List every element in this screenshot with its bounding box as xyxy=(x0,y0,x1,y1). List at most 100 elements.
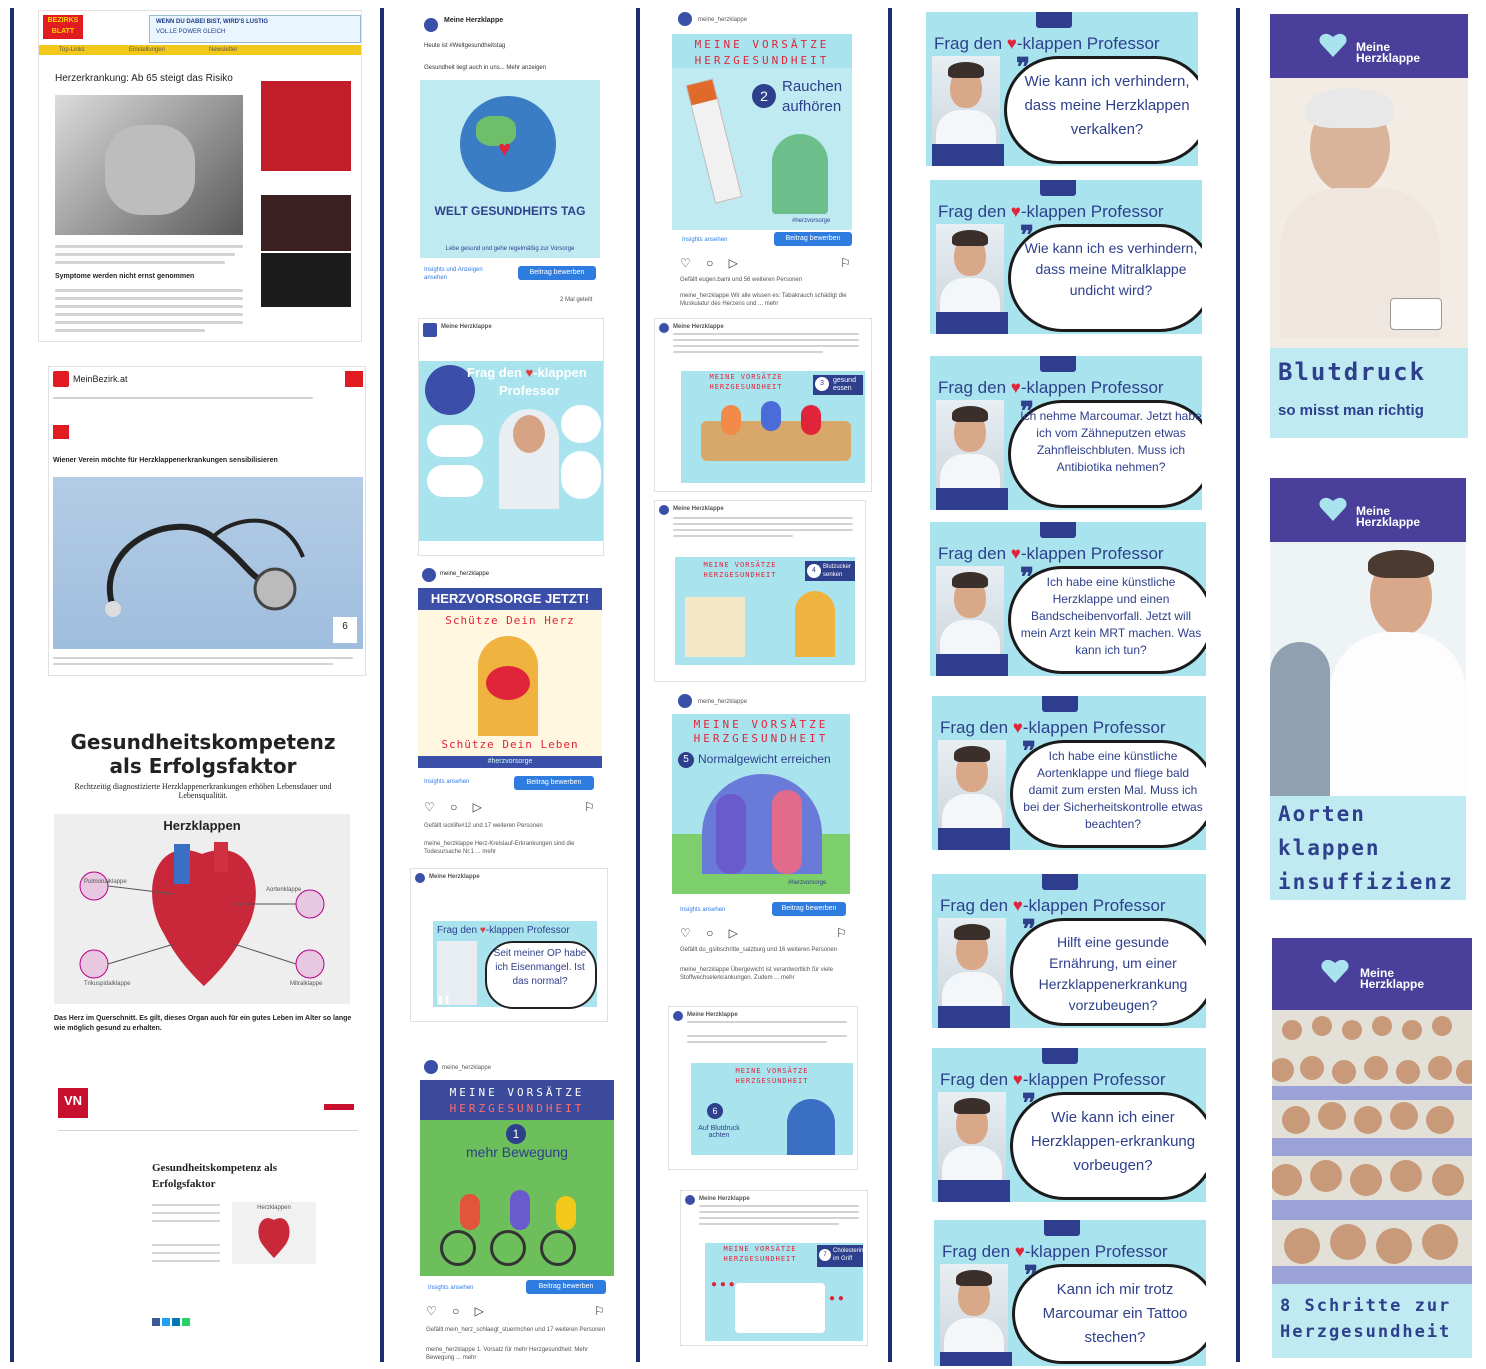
insights-link[interactable]: Insights ansehen xyxy=(428,1284,473,1292)
heart-logo-icon xyxy=(1321,959,1349,983)
insights-link[interactable]: Insights ansehen xyxy=(682,236,727,244)
instagram-post: meine_herzklappe MEINE VORSÄTZE HERZGESU… xyxy=(672,692,850,992)
column-divider xyxy=(380,8,384,1362)
side-ad[interactable] xyxy=(261,81,351,171)
schritte-banner[interactable]: Meine Herzklappe 8 Schritte zur Herzgesun… xyxy=(1272,938,1472,1358)
header-button[interactable] xyxy=(324,1104,354,1110)
promote-button[interactable]: Beitrag bewerben xyxy=(774,232,852,246)
professor-question-card[interactable]: Frag den ♥-klappen Professor ❞ Ich habe ei… xyxy=(932,696,1206,850)
video-thumb[interactable] xyxy=(261,253,351,307)
bookmark-icon[interactable]: ⚐ xyxy=(584,800,595,814)
card-title: Frag den ♥-klappen Professor xyxy=(938,544,1164,563)
avatar[interactable] xyxy=(424,18,438,32)
professor-photo xyxy=(936,224,1008,334)
professor-question-card[interactable]: Frag den ♥-klappen Professor ❞ Kann ich mi… xyxy=(934,1220,1206,1366)
post-video[interactable]: Frag den ♥-klappen Professor Seit meiner… xyxy=(433,921,597,1009)
caption: meine_herzklappe 1. Vorsatz für mehr Her… xyxy=(426,1347,589,1361)
account-name[interactable]: meine_herzklappe xyxy=(698,16,747,24)
action-icons[interactable]: ♡ ○ ▷ xyxy=(424,800,488,814)
professor-photo xyxy=(938,1092,1010,1202)
meinbezirk-article: MeinBezirk.at Wiener Verein möchte für H… xyxy=(48,366,366,676)
promote-button[interactable]: Beitrag bewerben xyxy=(526,1280,606,1294)
article-photo xyxy=(55,95,243,235)
brand-logo xyxy=(1040,522,1076,538)
column-divider xyxy=(10,8,14,1362)
avatar[interactable] xyxy=(685,1195,695,1205)
account-name[interactable]: Meine Herzklappe xyxy=(673,323,724,331)
account-name[interactable]: meine_herzklappe xyxy=(442,1064,491,1072)
account-name[interactable]: Meine Herzklappe xyxy=(441,323,492,331)
blutdruck-banner[interactable]: Meine Herzklappe Blutdruck so misst man r… xyxy=(1270,14,1468,438)
nav-item[interactable]: Einstellungen xyxy=(129,46,165,54)
question-text: Ich nehme Marcoumar. Jetzt habe ich vom … xyxy=(1020,409,1202,474)
article-headline: Gesundheitskompetenz als Erfolgsfaktor xyxy=(152,1162,277,1190)
post-image[interactable]: MEINE VORSÄTZE HERZGESUNDHEIT 1 mehr Bew… xyxy=(420,1080,614,1276)
insights-link[interactable]: Insights und Anzeigen ansehen xyxy=(424,266,504,282)
account-name[interactable]: meine_herzklappe xyxy=(440,570,489,578)
post-image[interactable]: ♥ WELT GESUNDHEITS TAG Lebe gesund und g… xyxy=(420,80,600,258)
post-image[interactable]: MEINE VORSÄTZE HERZGESUNDHEIT 6 Auf Blut… xyxy=(691,1063,853,1155)
account-name[interactable]: Meine Herzklappe xyxy=(673,505,724,513)
diagram-caption: Das Herz im Querschnitt. Es gilt, dieses… xyxy=(54,1015,352,1032)
share-icons[interactable] xyxy=(152,1318,208,1326)
vn-logo[interactable]: VN xyxy=(58,1088,88,1118)
bezirksblatt-article: BEZIRKS BLATT WENN DU DABEI BIST, WIRD'S… xyxy=(38,10,362,342)
post-image[interactable]: MEINE VORSÄTZE HERZGESUNDHEIT 2 Rauchen … xyxy=(672,34,852,230)
caption: meine_herzklappe Wir alle wissen es: Tab… xyxy=(680,293,847,307)
avatar[interactable] xyxy=(423,323,437,337)
avatar[interactable] xyxy=(678,694,692,708)
avatar[interactable] xyxy=(415,873,425,883)
post-image[interactable]: HERZVORSORGE JETZT! Schütze Dein Herz Sc… xyxy=(418,588,602,768)
post-image[interactable]: MEINE VORSÄTZE HERZGESUNDHEIT 3 gesund e… xyxy=(681,371,865,483)
promote-button[interactable]: Beitrag bewerben xyxy=(772,902,846,916)
account-name[interactable]: Meine Herzklappe xyxy=(429,873,480,881)
bookmark-icon[interactable]: ⚐ xyxy=(840,256,851,270)
heart-icon xyxy=(486,666,530,700)
professor-question-card[interactable]: Frag den ♥-klappen Professor ❞ Wie kann ic… xyxy=(926,12,1198,166)
meinbezirk-logo[interactable]: MeinBezirk.at xyxy=(73,374,128,384)
professor-photo xyxy=(938,740,1010,850)
professor-question-card[interactable]: Frag den ♥-klappen Professor ❞ Wie kann ic… xyxy=(930,180,1202,334)
bookmark-icon[interactable]: ⚐ xyxy=(836,926,847,940)
promote-button[interactable]: Beitrag bewerben xyxy=(514,776,594,790)
promote-button[interactable]: Beitrag bewerben xyxy=(518,266,596,280)
insights-link[interactable]: Insights ansehen xyxy=(424,778,469,786)
mini-heart-diagram: Herzklappen xyxy=(232,1202,316,1264)
nav-item[interactable]: Newsletter xyxy=(209,46,237,54)
bookmark-icon[interactable]: ⚐ xyxy=(594,1304,605,1318)
post-image[interactable]: MEINE VORSÄTZE HERZGESUNDHEIT 7 Choleste… xyxy=(705,1243,863,1341)
aorten-banner[interactable]: Meine Herzklappe Aorten klappen insuffizi… xyxy=(1270,478,1466,900)
avatar[interactable] xyxy=(422,568,436,582)
avatar[interactable] xyxy=(659,323,669,333)
avatar[interactable] xyxy=(424,1060,438,1074)
video-thumb[interactable] xyxy=(261,195,351,251)
bezirksblatt-logo[interactable]: BEZIRKS BLATT xyxy=(43,15,83,39)
professor-question-card[interactable]: Frag den ♥-klappen Professor ❞ Hilft eine … xyxy=(932,874,1206,1028)
professor-photo xyxy=(940,1264,1012,1366)
account-name[interactable]: meine_herzklappe xyxy=(698,698,747,706)
image-counter[interactable]: 6 xyxy=(333,617,357,643)
ad-banner[interactable]: WENN DU DABEI BIST, WIRD'S LUSTIG VOL.LE… xyxy=(149,15,361,43)
action-icons[interactable]: ♡ ○ ▷ xyxy=(680,256,744,270)
post-image[interactable]: MEINE VORSÄTZE HERZGESUNDHEIT 4 Blutzuck… xyxy=(675,557,855,665)
professor-question-card[interactable]: Frag den ♥-klappen Professor ❞ Ich nehme M… xyxy=(930,356,1202,510)
post-text: Gesundheit liegt auch in uns... Mehr anz… xyxy=(424,65,547,71)
post-image[interactable]: Frag den ♥-klappen Professor xyxy=(419,361,603,541)
insights-link[interactable]: Insights ansehen xyxy=(680,906,725,914)
account-name[interactable]: Meine Herzklappe xyxy=(444,16,503,26)
avatar[interactable] xyxy=(673,1011,683,1021)
avatar[interactable] xyxy=(678,12,692,26)
action-icons[interactable]: ♡ ○ ▷ xyxy=(680,926,744,940)
account-name[interactable]: Meine Herzklappe xyxy=(699,1195,750,1203)
likes-text: Gefällt mein_herz_schlaegt_stuermchen un… xyxy=(426,1327,606,1333)
professor-question-card[interactable]: Frag den ♥-klappen Professor ❞ Ich habe ei… xyxy=(930,522,1206,676)
account-name[interactable]: Meine Herzklappe xyxy=(687,1011,738,1019)
card-title: Frag den ♥-klappen Professor xyxy=(940,718,1166,737)
column-divider xyxy=(636,8,640,1362)
post-image[interactable]: MEINE VORSÄTZE HERZGESUNDHEIT 5 Normalge… xyxy=(672,714,850,894)
avatar[interactable] xyxy=(659,505,669,515)
action-icons[interactable]: ♡ ○ ▷ xyxy=(426,1304,490,1318)
nav-item[interactable]: Top-Links xyxy=(59,46,85,54)
professor-question-card[interactable]: Frag den ♥-klappen Professor ❞ Wie kann ic… xyxy=(932,1048,1206,1202)
header-badge xyxy=(345,371,363,387)
